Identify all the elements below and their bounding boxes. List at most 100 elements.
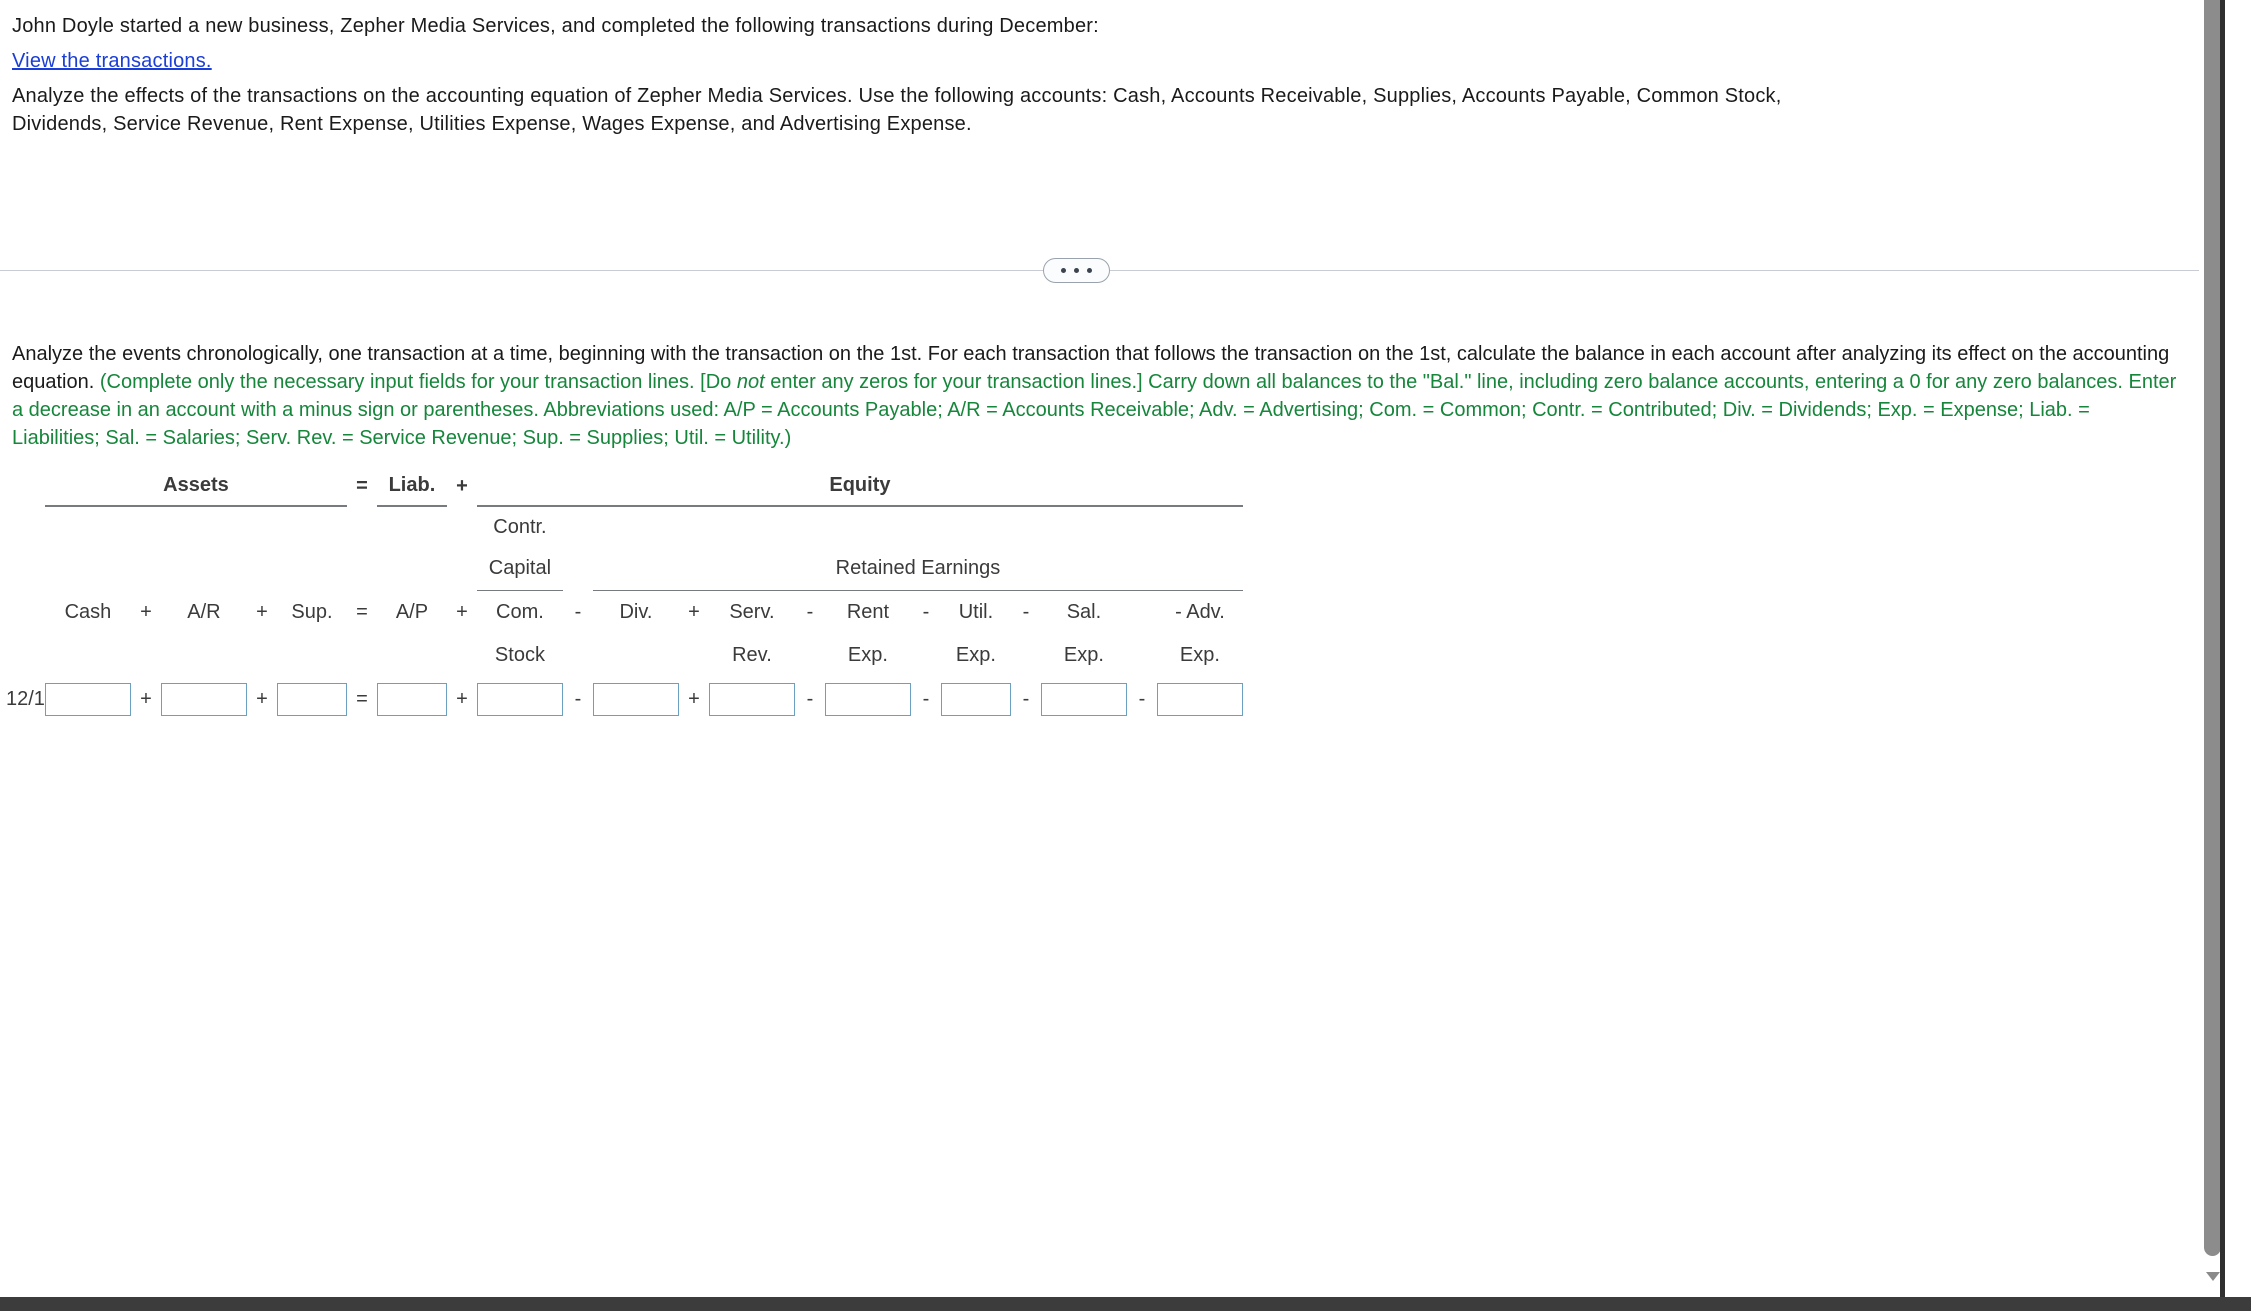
input-ar[interactable] (161, 683, 246, 715)
row-op-4: + (456, 687, 468, 710)
table-row-column-labels-bottom: Stock Rev. Exp. Exp. Exp. Exp. (6, 634, 1243, 676)
contr-blank-9 (563, 506, 1243, 548)
input-box-util-exp[interactable] (940, 682, 1011, 716)
input-box-ap[interactable] (376, 682, 447, 716)
column-sublabel-com: Stock (494, 643, 545, 666)
input-serv-rev[interactable] (709, 683, 794, 715)
input-box-rent-exp[interactable] (824, 682, 911, 716)
capital-blank-3 (161, 548, 247, 590)
view-transactions-link[interactable]: View the transactions. (12, 50, 212, 72)
ellipsis-dot-1 (1061, 268, 1066, 273)
column-op-3: = (356, 600, 368, 623)
input-box-serv-rev[interactable] (708, 682, 795, 716)
contr-blank-1 (45, 506, 131, 548)
input-box-sup[interactable] (276, 682, 347, 716)
view-transactions-link-wrapper: View the transactions. (12, 47, 212, 75)
column-sublabel-adv: Exp. (1179, 643, 1220, 666)
cell-cash (44, 676, 131, 722)
sub-op-4 (447, 634, 477, 676)
capital-blank-6 (347, 548, 377, 590)
input-box-div[interactable] (592, 682, 679, 716)
intro-paragraph-1: John Doyle started a new business, Zephe… (12, 15, 1099, 37)
window-right-edge (2220, 0, 2225, 1297)
column-sublabel-ap (377, 634, 447, 676)
scrollbar-thumb[interactable] (2204, 0, 2221, 1256)
row-op-3: = (356, 687, 368, 710)
more-options-ellipsis-button[interactable] (1043, 258, 1110, 283)
contr-blank-8 (447, 506, 477, 548)
divider-line-right (1110, 270, 2219, 271)
input-box-ar[interactable] (160, 682, 247, 716)
cell-div (592, 676, 679, 722)
row-op-5: - (574, 687, 582, 710)
table-row-capital-retained: Capital Retained Earnings (6, 548, 1243, 591)
column-label-sal: Sal. (1066, 600, 1102, 623)
column-sublabel-sup (277, 634, 347, 676)
capital-blank-4 (247, 548, 277, 590)
sub-op-7 (795, 634, 825, 676)
contr-blank-2 (131, 506, 161, 548)
group-header-assets: Assets (44, 466, 347, 507)
capital-blank-1 (45, 548, 131, 590)
input-box-com-stock[interactable] (476, 682, 563, 716)
subgroup-header-retained-earnings: Retained Earnings (592, 548, 1243, 591)
sub-op-9 (1011, 634, 1041, 676)
input-ap[interactable] (377, 683, 446, 715)
capital-blank-9 (563, 548, 593, 590)
sub-op-10 (1127, 634, 1157, 676)
column-sublabel-ar (161, 634, 247, 676)
contr-row-date-spacer (6, 506, 45, 548)
input-com-stock[interactable] (477, 683, 562, 715)
column-label-rent: Rent (846, 600, 890, 623)
subgroup-header-contr: Contr. (493, 516, 547, 538)
row-op-7: - (806, 687, 814, 710)
sub-op-6 (679, 634, 709, 676)
column-sublabel-sal: Exp. (1063, 643, 1104, 666)
labels2-row-date-spacer (6, 634, 45, 676)
input-cash[interactable] (45, 683, 130, 715)
row-op-9: - (1022, 687, 1030, 710)
cell-adv-exp (1156, 676, 1243, 722)
cell-rent-exp (824, 676, 911, 722)
capital-row-date-spacer (6, 548, 45, 590)
intro-paragraph-2: Analyze the effects of the transactions … (12, 85, 1782, 135)
cell-com-stock (476, 676, 563, 722)
column-op-7: - (806, 600, 814, 623)
sub-op-2 (247, 634, 277, 676)
input-util-exp[interactable] (941, 683, 1010, 715)
row-op-8: - (922, 687, 930, 710)
column-label-sup: Sup. (291, 600, 333, 623)
ellipsis-dot-2 (1074, 268, 1079, 273)
column-op-1: + (140, 600, 152, 623)
input-sup[interactable] (277, 683, 346, 715)
sub-op-8 (911, 634, 941, 676)
instruction-green-emphasis: not (736, 371, 765, 393)
cell-util-exp (940, 676, 1011, 722)
column-label-adv: - Adv. (1175, 600, 1225, 623)
input-div[interactable] (593, 683, 678, 715)
group-header-equity: Equity (476, 466, 1243, 507)
column-label-div: Div. (619, 600, 653, 623)
group-row-date-spacer (6, 466, 45, 506)
contr-blank-5 (277, 506, 347, 548)
capital-blank-2 (131, 548, 161, 590)
worksheet-page: John Doyle started a new business, Zephe… (0, 0, 2225, 1297)
subgroup-header-capital: Capital (476, 548, 563, 591)
row-op-6: + (688, 687, 700, 710)
input-sal-exp[interactable] (1041, 683, 1126, 715)
input-box-cash[interactable] (44, 682, 131, 716)
input-rent-exp[interactable] (825, 683, 910, 715)
table-row: 12/1 + + = + - + - - - - (6, 676, 1243, 722)
input-adv-exp[interactable] (1157, 683, 1242, 715)
column-op-4: + (456, 600, 468, 623)
cell-ar (160, 676, 247, 722)
ellipsis-dot-3 (1087, 268, 1092, 273)
scroll-down-arrow-icon[interactable] (2206, 1272, 2220, 1281)
input-box-sal-exp[interactable] (1040, 682, 1127, 716)
instruction-paragraph: Analyze the events chronologically, one … (12, 340, 2177, 452)
sub-op-1 (131, 634, 161, 676)
column-label-cash: Cash (64, 600, 112, 623)
column-label-util: Util. (958, 600, 994, 623)
input-box-adv-exp[interactable] (1156, 682, 1243, 716)
group-op-equals: = (356, 474, 368, 497)
